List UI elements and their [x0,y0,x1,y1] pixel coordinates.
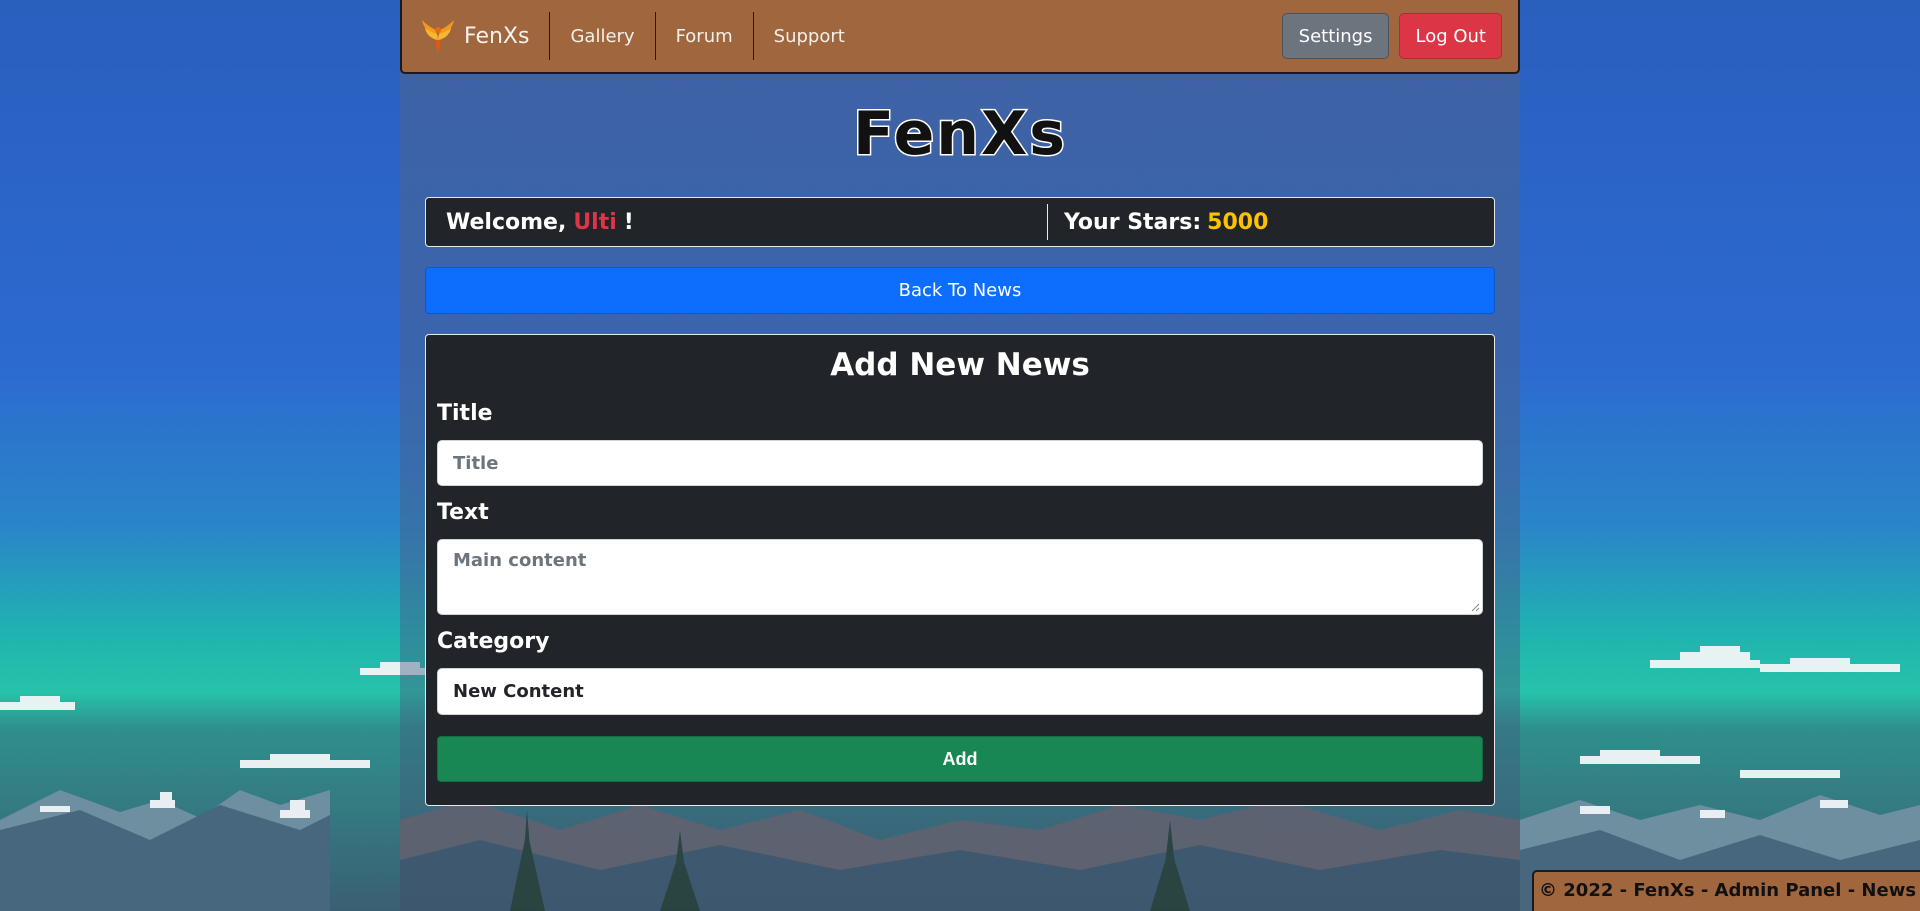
category-label: Category [437,629,550,654]
form-heading: Add New News [830,347,1090,383]
stars-display: Your Stars: 5000 [1048,210,1268,235]
welcome-prefix: Welcome, [446,209,567,235]
nav-link-forum[interactable]: Forum [656,12,754,60]
title-input[interactable]: Title [437,440,1483,486]
back-to-news-button[interactable]: Back To News [425,267,1495,314]
username: Ulti [573,209,617,235]
footer: © 2022 - FenXs - Admin Panel - News - Ad… [1532,870,1920,911]
stars-label: Your Stars: [1064,209,1202,235]
stars-value: 5000 [1207,209,1269,235]
text-textarea[interactable]: Main content [437,539,1483,615]
text-label: Text [437,500,489,525]
site-logo-text: FenXs [853,99,1067,169]
add-button[interactable]: Add [437,736,1483,782]
title-label: Title [437,401,493,426]
nav-link-gallery[interactable]: Gallery [550,12,656,60]
brand-name: FenXs [464,23,530,49]
phoenix-logo-icon [422,20,454,52]
add-news-form: Add New News Title Title Text Main conte… [425,334,1495,806]
text-placeholder: Main content [453,550,587,571]
nav-link-support[interactable]: Support [754,12,865,60]
welcome-message: Welcome, Ulti ! [426,204,1048,240]
logout-button[interactable]: Log Out [1399,13,1502,59]
site-logo: FenXs [852,98,1067,170]
welcome-bar: Welcome, Ulti ! Your Stars: 5000 [425,197,1495,247]
welcome-suffix: ! [623,209,634,235]
top-navbar: FenXs Gallery Forum Support Settings Log… [400,0,1520,74]
settings-button[interactable]: Settings [1281,13,1390,59]
resize-grip-icon[interactable] [1470,602,1480,612]
brand-link[interactable]: FenXs [418,12,551,60]
category-select[interactable]: New Content [437,668,1483,715]
